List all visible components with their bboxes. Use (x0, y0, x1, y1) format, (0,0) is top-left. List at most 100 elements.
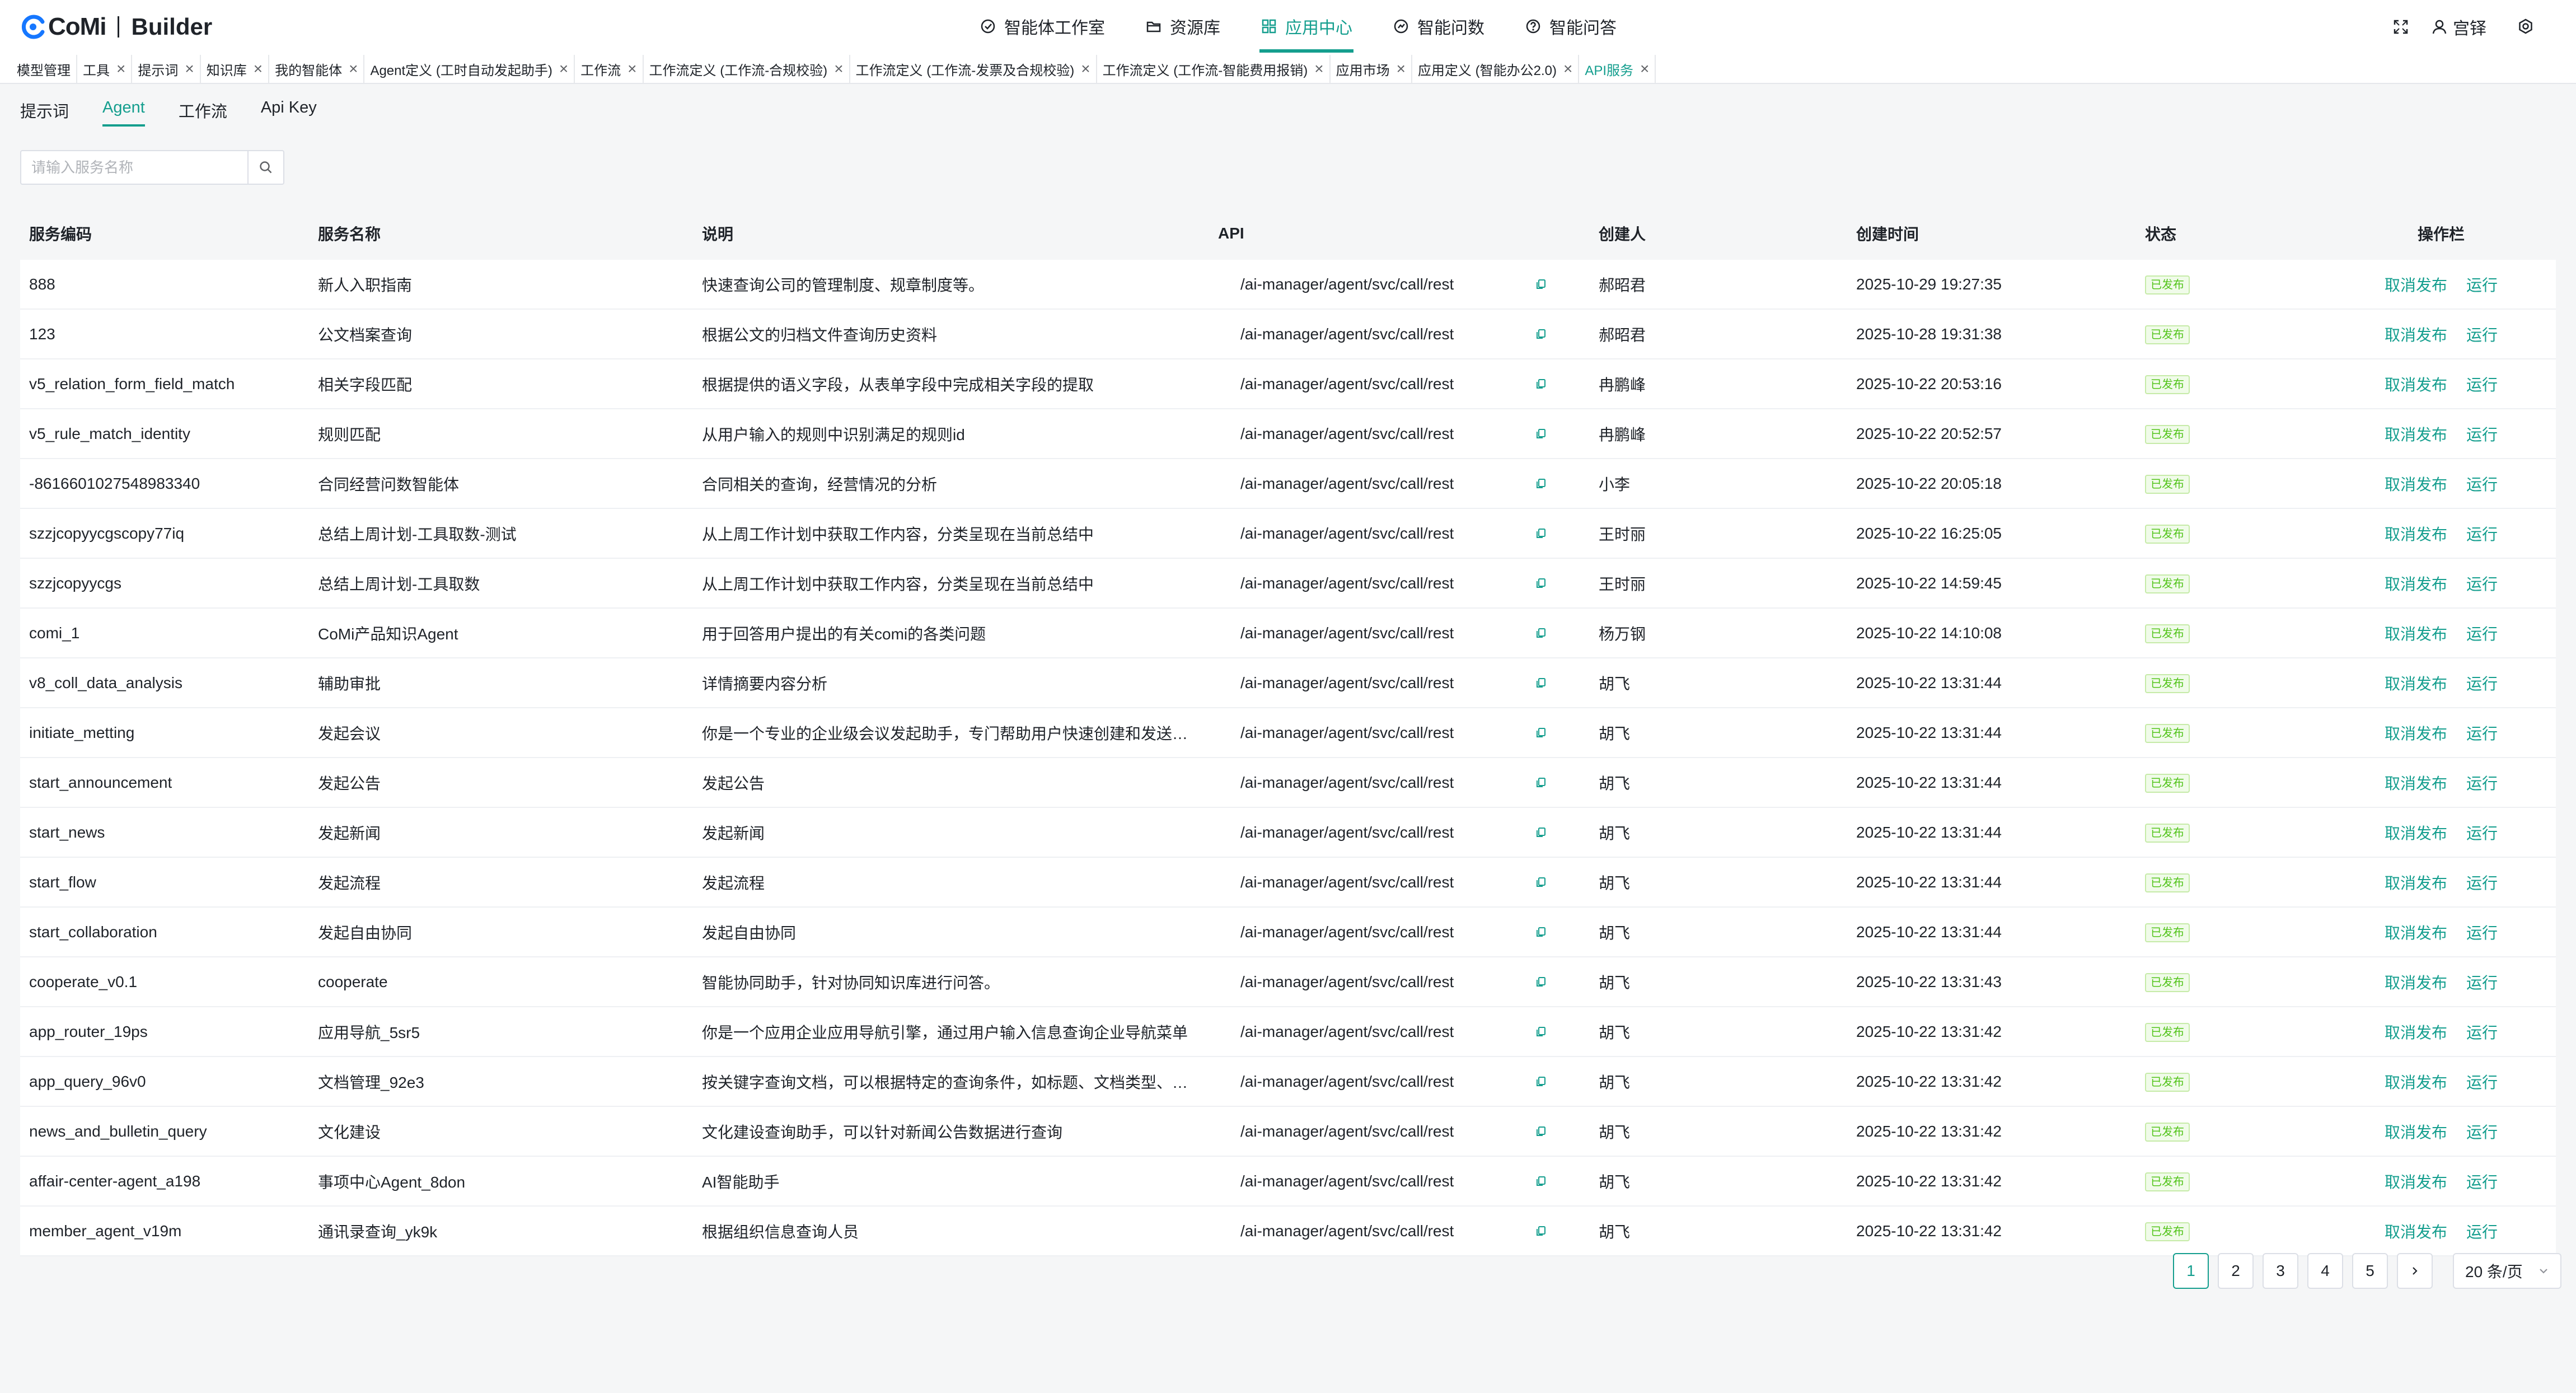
page-button-4[interactable]: 4 (2307, 1253, 2343, 1289)
open-tab-model-management[interactable]: 模型管理 (11, 55, 77, 83)
unpublish-button[interactable]: 取消发布 (2385, 1071, 2447, 1093)
copy-icon[interactable] (1535, 478, 1547, 490)
copy-icon[interactable] (1535, 926, 1547, 938)
close-icon[interactable]: × (1081, 61, 1090, 77)
unpublish-button[interactable]: 取消发布 (2385, 971, 2447, 993)
copy-icon[interactable] (1535, 1175, 1547, 1188)
open-tab-workflow-def-expense[interactable]: 工作流定义 (工作流-智能费用报销) × (1097, 55, 1331, 83)
subtab-workflow[interactable]: 工作流 (179, 99, 227, 127)
open-tab-workflow-def-compliance[interactable]: 工作流定义 (工作流-合规校验) × (644, 55, 850, 83)
close-icon[interactable]: × (1640, 61, 1649, 77)
subtab-prompts[interactable]: 提示词 (20, 99, 69, 127)
copy-icon[interactable] (1535, 577, 1547, 590)
close-icon[interactable]: × (1397, 61, 1406, 77)
unpublish-button[interactable]: 取消发布 (2385, 1120, 2447, 1143)
service-name-search-input[interactable] (21, 151, 247, 184)
run-button[interactable]: 运行 (2466, 871, 2498, 894)
unpublish-button[interactable]: 取消发布 (2385, 1021, 2447, 1043)
close-icon[interactable]: × (627, 61, 636, 77)
open-tab-app-definition[interactable]: 应用定义 (智能办公2.0) × (1412, 55, 1580, 83)
run-button[interactable]: 运行 (2466, 373, 2498, 395)
copy-icon[interactable] (1535, 527, 1547, 540)
copy-icon[interactable] (1535, 727, 1547, 739)
close-icon[interactable]: × (185, 61, 194, 77)
open-tab-knowledge-base[interactable]: 知识库 × (201, 55, 270, 83)
copy-icon[interactable] (1535, 1125, 1547, 1138)
nav-app-center[interactable]: 应用中心 (1259, 0, 1353, 53)
copy-icon[interactable] (1535, 378, 1547, 390)
run-button[interactable]: 运行 (2466, 672, 2498, 694)
nav-resource-library[interactable]: 资源库 (1145, 0, 1220, 53)
open-tab-workflow[interactable]: 工作流 × (575, 55, 644, 83)
unpublish-button[interactable]: 取消发布 (2385, 522, 2447, 545)
page-size-select[interactable]: 20 条/页 (2453, 1253, 2561, 1289)
subtab-api-key[interactable]: Api Key (261, 99, 317, 127)
unpublish-button[interactable]: 取消发布 (2385, 1220, 2447, 1242)
copy-icon[interactable] (1535, 677, 1547, 689)
logo[interactable]: CoMi Builder (20, 11, 212, 43)
search-button[interactable] (247, 151, 283, 184)
unpublish-button[interactable]: 取消发布 (2385, 273, 2447, 296)
copy-icon[interactable] (1535, 826, 1547, 839)
copy-icon[interactable] (1535, 627, 1547, 639)
run-button[interactable]: 运行 (2466, 423, 2498, 445)
run-button[interactable]: 运行 (2466, 572, 2498, 595)
close-icon[interactable]: × (559, 61, 568, 77)
unpublish-button[interactable]: 取消发布 (2385, 921, 2447, 943)
unpublish-button[interactable]: 取消发布 (2385, 871, 2447, 894)
run-button[interactable]: 运行 (2466, 323, 2498, 345)
open-tab-app-market[interactable]: 应用市场 × (1331, 55, 1412, 83)
run-button[interactable]: 运行 (2466, 921, 2498, 943)
user-menu[interactable]: 宫铎 (2432, 15, 2486, 39)
unpublish-button[interactable]: 取消发布 (2385, 672, 2447, 694)
copy-icon[interactable] (1535, 876, 1547, 889)
copy-icon[interactable] (1535, 278, 1547, 291)
page-button-3[interactable]: 3 (2263, 1253, 2298, 1289)
unpublish-button[interactable]: 取消发布 (2385, 622, 2447, 644)
unpublish-button[interactable]: 取消发布 (2385, 1170, 2447, 1193)
copy-icon[interactable] (1535, 976, 1547, 988)
unpublish-button[interactable]: 取消发布 (2385, 772, 2447, 794)
page-button-2[interactable]: 2 (2218, 1253, 2254, 1289)
nav-smart-qa[interactable]: 智能问答 (1525, 0, 1617, 53)
run-button[interactable]: 运行 (2466, 1220, 2498, 1242)
page-button-1[interactable]: 1 (2173, 1253, 2209, 1289)
run-button[interactable]: 运行 (2466, 522, 2498, 545)
run-button[interactable]: 运行 (2466, 273, 2498, 296)
copy-icon[interactable] (1535, 1026, 1547, 1038)
run-button[interactable]: 运行 (2466, 1120, 2498, 1143)
unpublish-button[interactable]: 取消发布 (2385, 373, 2447, 395)
subtab-agent[interactable]: Agent (102, 99, 145, 127)
open-tab-my-agents[interactable]: 我的智能体 × (269, 55, 365, 83)
unpublish-button[interactable]: 取消发布 (2385, 722, 2447, 744)
close-icon[interactable]: × (1314, 61, 1323, 77)
page-button-5[interactable]: 5 (2352, 1253, 2388, 1289)
open-tab-agent-definition[interactable]: Agent定义 (工时自动发起助手) × (364, 55, 575, 83)
run-button[interactable]: 运行 (2466, 971, 2498, 993)
copy-icon[interactable] (1535, 328, 1547, 340)
run-button[interactable]: 运行 (2466, 722, 2498, 744)
open-tab-api-service[interactable]: API服务 × (1579, 55, 1656, 83)
close-icon[interactable]: × (254, 61, 263, 77)
close-icon[interactable]: × (1563, 61, 1572, 77)
open-tab-prompts[interactable]: 提示词 × (132, 55, 201, 83)
unpublish-button[interactable]: 取消发布 (2385, 473, 2447, 495)
nav-agent-studio[interactable]: 智能体工作室 (980, 0, 1105, 53)
run-button[interactable]: 运行 (2466, 473, 2498, 495)
close-icon[interactable]: × (834, 61, 843, 77)
unpublish-button[interactable]: 取消发布 (2385, 821, 2447, 844)
copy-icon[interactable] (1535, 1076, 1547, 1088)
close-icon[interactable]: × (349, 61, 358, 77)
run-button[interactable]: 运行 (2466, 1071, 2498, 1093)
run-button[interactable]: 运行 (2466, 622, 2498, 644)
next-page-button[interactable] (2397, 1253, 2433, 1289)
run-button[interactable]: 运行 (2466, 1021, 2498, 1043)
unpublish-button[interactable]: 取消发布 (2385, 572, 2447, 595)
unpublish-button[interactable]: 取消发布 (2385, 423, 2447, 445)
settings-gear-icon[interactable] (2517, 18, 2535, 36)
copy-icon[interactable] (1535, 777, 1547, 789)
open-tab-tools[interactable]: 工具 × (77, 55, 133, 83)
copy-icon[interactable] (1535, 428, 1547, 440)
unpublish-button[interactable]: 取消发布 (2385, 323, 2447, 345)
run-button[interactable]: 运行 (2466, 821, 2498, 844)
